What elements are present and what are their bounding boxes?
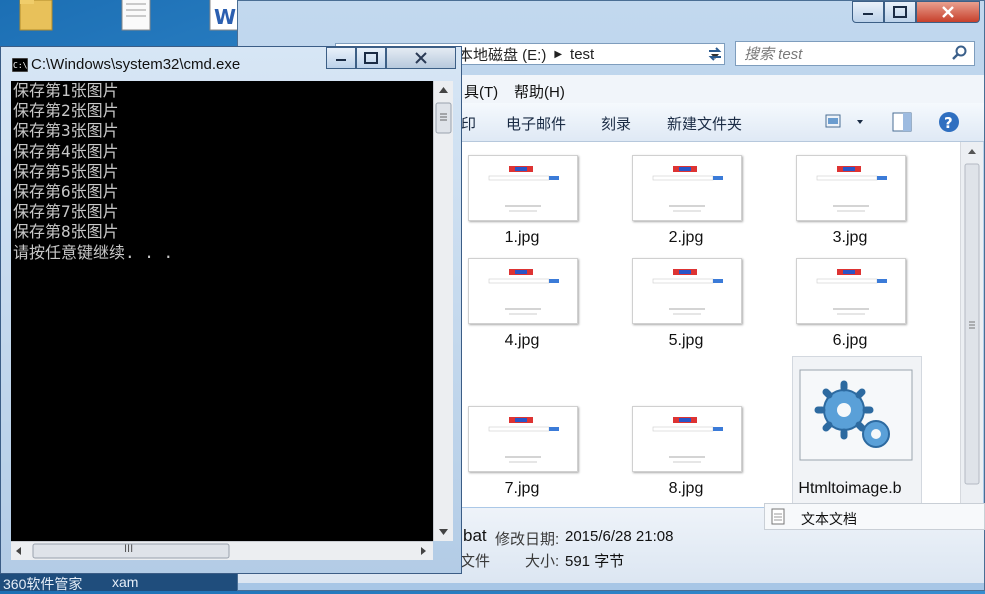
file-name-label: 1.jpg <box>504 229 540 246</box>
file-name-label: 4.jpg <box>504 332 540 349</box>
toolbar-print-partial[interactable]: 印 <box>461 113 476 134</box>
file-thumbnail[interactable] <box>632 155 742 221</box>
file-name-label: 8.jpg <box>668 480 704 497</box>
menu-help[interactable]: 帮助(H) <box>514 81 565 102</box>
file-thumbnail[interactable] <box>468 406 578 472</box>
taskbar-item-360[interactable]: 360软件管家 <box>3 574 82 594</box>
document-icon[interactable] <box>118 0 154 34</box>
preview-pane-icon[interactable] <box>892 112 912 136</box>
breadcrumb-drive[interactable]: 本地磁盘 (E:) <box>458 44 546 65</box>
console-line: 保存第3张图片 <box>13 121 119 141</box>
console-line: 保存第2张图片 <box>13 101 119 121</box>
refresh-icon[interactable] <box>703 43 727 65</box>
cmd-window: C:\ C:\Windows\system32\cmd.exe 保存第1张图片 … <box>0 46 462 574</box>
file-thumbnail[interactable] <box>796 155 906 221</box>
maximize-button[interactable] <box>884 1 916 23</box>
console-output[interactable]: 保存第1张图片 保存第2张图片 保存第3张图片 保存第4张图片 保存第5张图片 … <box>11 81 433 541</box>
file-name-label: 3.jpg <box>832 229 868 246</box>
menu-item-text-document[interactable]: 文本文档 <box>801 509 857 529</box>
console-line: 保存第7张图片 <box>13 202 119 222</box>
taskbar-item-xampp[interactable]: xam <box>112 574 138 590</box>
search-input[interactable]: 搜索 test <box>735 41 975 66</box>
cmd-minimize-button[interactable] <box>326 47 356 69</box>
close-button[interactable] <box>916 1 980 23</box>
details-modified-label: 修改日期: <box>495 531 560 548</box>
console-line: 请按任意键继续. . . <box>13 242 174 262</box>
file-name-label: 5.jpg <box>668 332 704 349</box>
folder-icon[interactable] <box>18 0 54 34</box>
minimize-button[interactable] <box>852 1 884 23</box>
file-name-label: Htmltoimage.b <box>798 480 902 497</box>
search-icon[interactable] <box>952 45 968 65</box>
vertical-scrollbar[interactable] <box>960 142 983 507</box>
svg-text:C:\: C:\ <box>13 61 28 70</box>
file-thumbnail[interactable] <box>796 258 906 324</box>
console-line: 保存第8张图片 <box>13 222 119 242</box>
svg-text:W: W <box>214 5 236 29</box>
scroll-grip: III <box>124 543 134 555</box>
file-thumbnail[interactable] <box>632 406 742 472</box>
file-name-label: 7.jpg <box>504 480 540 497</box>
email-button[interactable]: 电子邮件 <box>506 113 566 134</box>
view-options-icon[interactable] <box>825 113 865 135</box>
details-size-label: 大小: <box>525 553 560 570</box>
cmd-maximize-button[interactable] <box>356 47 386 69</box>
context-menu: 文本文档 <box>764 503 985 530</box>
breadcrumb-separator: ▶ <box>554 48 563 60</box>
file-thumbnail[interactable] <box>468 258 578 324</box>
gear-file-icon[interactable] <box>798 368 914 464</box>
console-line: 保存第1张图片 <box>13 81 119 100</box>
file-thumbnail[interactable] <box>468 155 578 221</box>
taskbar: 360软件管家 xam <box>0 574 237 594</box>
details-type: 文件 <box>460 553 491 570</box>
breadcrumb-folder[interactable]: test <box>570 46 594 63</box>
console-line: 保存第5张图片 <box>13 161 119 181</box>
menu-tools[interactable]: 具(T) <box>464 81 498 102</box>
cmd-icon: C:\ <box>11 57 29 77</box>
search-placeholder: 搜索 test <box>744 46 803 63</box>
cmd-vertical-scrollbar[interactable] <box>433 81 453 541</box>
help-icon[interactable]: ? <box>938 111 960 137</box>
cmd-close-button[interactable] <box>386 47 456 69</box>
file-name-label: 6.jpg <box>832 332 868 349</box>
details-size-value: 591 字节 <box>565 553 625 570</box>
svg-text:?: ? <box>944 114 953 132</box>
window-title: C:\Windows\system32\cmd.exe <box>31 56 241 73</box>
file-thumbnail[interactable] <box>632 258 742 324</box>
console-line: 保存第6张图片 <box>13 182 119 202</box>
burn-button[interactable]: 刻录 <box>601 113 631 134</box>
file-name-label: 2.jpg <box>668 229 704 246</box>
new-folder-button[interactable]: 新建文件夹 <box>667 113 742 134</box>
console-line: 保存第4张图片 <box>13 141 119 161</box>
details-modified-value: 2015/6/28 21:08 <box>565 528 674 545</box>
text-document-icon <box>771 508 785 528</box>
details-filename: bat <box>463 526 487 545</box>
cmd-horizontal-scrollbar[interactable]: III <box>11 541 433 560</box>
